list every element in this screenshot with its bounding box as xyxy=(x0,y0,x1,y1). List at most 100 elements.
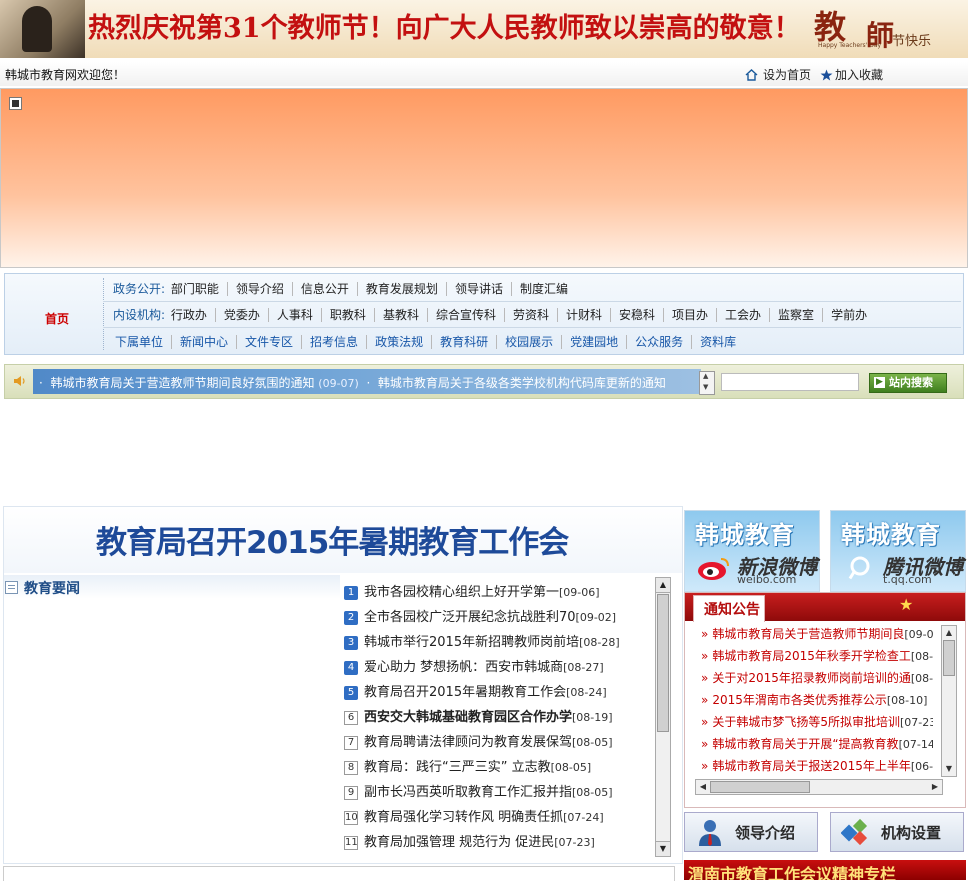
nav-item[interactable]: 行政办 xyxy=(169,308,215,322)
nav-item[interactable]: 基教科 xyxy=(373,308,427,322)
scrollbar-thumb[interactable] xyxy=(657,594,669,732)
lower-panel-edge xyxy=(3,866,675,881)
news-item[interactable]: 10 教育局强化学习转作风 明确责任抓[07-24] xyxy=(344,806,604,830)
notice-item[interactable]: »关于对2015年招录教师岗前培训的通[08-25] xyxy=(701,669,933,689)
rank-badge: 11 xyxy=(344,836,358,850)
news-date: [09-06] xyxy=(559,586,600,599)
nav-item[interactable]: 制度汇编 xyxy=(510,282,576,296)
sina-weibo-icon xyxy=(698,558,729,580)
notice-item[interactable]: »韩城市教育局关于营造教师节期间良[09-07] xyxy=(701,625,933,645)
scroll-left-icon[interactable]: ◀ xyxy=(696,780,710,794)
teachers-day-logo: 教 師 节快乐 Happy Teachers' Day xyxy=(810,0,968,58)
tencent-weibo-banner[interactable]: 韩城教育 腾讯微博 t.qq.com xyxy=(830,510,966,592)
nav-item[interactable]: 信息公开 xyxy=(291,282,357,296)
news-item[interactable]: 9 副市长冯西英听取教育工作汇报并指[08-05] xyxy=(344,781,613,805)
scroll-down-icon[interactable]: ▼ xyxy=(942,762,956,776)
top-banner: 热烈庆祝第31个教师节！向广大人民教师致以崇高的敬意！ 教 師 节快乐 Happ… xyxy=(0,0,968,58)
notice-vertical-scrollbar[interactable]: ▲ ▼ xyxy=(941,625,957,777)
nav-channel[interactable]: 公众服务 xyxy=(626,335,692,349)
notice-horizontal-scrollbar[interactable]: ◀ ▶ xyxy=(695,779,943,795)
scroll-up-icon[interactable]: ▲ xyxy=(656,578,670,593)
nav-item[interactable]: 人事科 xyxy=(267,308,321,322)
chevron-right-icon: » xyxy=(701,715,709,729)
nav-channel[interactable]: 新闻中心 xyxy=(171,335,237,349)
nav-item[interactable]: 职教科 xyxy=(320,308,374,322)
notice-title: 通知公告 xyxy=(704,602,760,618)
notice-item[interactable]: » 2015年渭南市各类优秀推荐公示[08-10] xyxy=(701,691,933,711)
leaders-intro-button[interactable]: 领导介绍 xyxy=(684,812,818,852)
rank-badge: 6 xyxy=(344,711,358,725)
nav-item[interactable]: 计财科 xyxy=(556,308,610,322)
special-topic-banner[interactable]: 渭南市教育工作会议精神专栏 xyxy=(684,860,966,880)
news-item[interactable]: 1 我市各园校精心组织上好开学第一[09-06] xyxy=(344,581,600,605)
nav-channel[interactable]: 政策法规 xyxy=(366,335,432,349)
scrollbar-thumb[interactable] xyxy=(710,781,810,793)
weibo-title: 韩城教育 xyxy=(841,521,941,549)
notice-item-title: 2015年渭南市各类优秀推荐公示 xyxy=(712,693,887,707)
site-search-button[interactable]: ▶ 站内搜索 xyxy=(869,373,947,393)
nav-channel[interactable]: 教育科研 xyxy=(431,335,497,349)
scrollbar-thumb[interactable] xyxy=(943,640,955,676)
teacher-portrait-image xyxy=(0,0,85,58)
ticker-scroll-spinner[interactable] xyxy=(699,371,715,395)
nav-item[interactable]: 部门职能 xyxy=(169,282,227,296)
news-item[interactable]: 6 西安交大韩城基础教育园区合作办学[08-19] xyxy=(344,706,613,730)
scroll-right-icon[interactable]: ▶ xyxy=(928,780,942,794)
headline-banner[interactable]: 教育局召开2015年暑期教育工作会 xyxy=(4,507,682,573)
rank-badge: 2 xyxy=(344,611,358,625)
news-item[interactable]: 8 教育局：践行“三严三实” 立志教[08-05] xyxy=(344,756,591,780)
nav-channel[interactable]: 资料库 xyxy=(691,335,745,349)
sina-weibo-banner[interactable]: 韩城教育 新浪微博 weibo.com xyxy=(684,510,820,592)
news-item[interactable]: 11 教育局加强管理 规范行为 促进民[07-23] xyxy=(344,831,595,855)
news-list-scrollbar[interactable]: ▲ ▼ xyxy=(655,577,671,857)
news-date: [08-27] xyxy=(563,661,604,674)
news-item[interactable]: 2 全市各园校广泛开展纪念抗战胜利70[09-02] xyxy=(344,606,616,630)
section-title: 教育要闻 xyxy=(24,581,80,597)
speaker-icon xyxy=(14,376,25,386)
site-search-input[interactable] xyxy=(721,373,859,391)
org-structure-button[interactable]: 机构设置 xyxy=(830,812,964,852)
scroll-up-icon[interactable]: ▲ xyxy=(942,626,956,640)
news-item[interactable]: 7 教育局聘请法律顾问为教育发展保驾[08-05] xyxy=(344,731,613,755)
nav-row-label: 政务公开: xyxy=(113,282,166,296)
nav-item[interactable]: 党委办 xyxy=(214,308,268,322)
bookmark-label: 加入收藏 xyxy=(835,68,884,82)
nav-item[interactable]: 领导介绍 xyxy=(226,282,292,296)
notice-item[interactable]: »韩城市教育局关于开展“提高教育教[07-14] xyxy=(701,735,933,755)
nav-channel[interactable]: 下属单位 xyxy=(113,335,171,349)
nav-home-link[interactable]: 首页 xyxy=(45,310,69,327)
nav-item[interactable]: 领导讲话 xyxy=(445,282,511,296)
notice-item[interactable]: »韩城市教育局关于报送2015年上半年[06-29] xyxy=(701,757,933,777)
nav-item[interactable]: 学前办 xyxy=(822,308,876,322)
scroll-down-icon[interactable]: ▼ xyxy=(656,841,670,856)
nav-item[interactable]: 工会办 xyxy=(716,308,770,322)
nav-channel[interactable]: 校园展示 xyxy=(496,335,562,349)
notice-item[interactable]: »韩城市教育局2015年秋季开学检查工[08-28] xyxy=(701,647,933,667)
ticker-item[interactable]: 韩城市教育局关于营造教师节期间良好氛围的通知 xyxy=(50,376,314,390)
nav-item[interactable]: 安稳科 xyxy=(610,308,664,322)
nav-channel[interactable]: 文件专区 xyxy=(236,335,302,349)
bookmark-link[interactable]: 加入收藏 xyxy=(820,66,883,83)
nav-channel[interactable]: 党建园地 xyxy=(561,335,627,349)
news-item[interactable]: 3 韩城市举行2015年新招聘教师岗前培[08-28] xyxy=(344,631,620,655)
news-item[interactable]: 4 爱心助力 梦想扬帆：西安市韩城商[08-27] xyxy=(344,656,604,680)
nav-row-gov-affairs: 政务公开: 部门职能 领导介绍 信息公开 教育发展规划 领导讲话 制度汇编 xyxy=(113,280,961,304)
news-date: [08-05] xyxy=(572,786,613,799)
notice-item[interactable]: »关于韩城市梦飞扬等5所拟审批培训[07-23] xyxy=(701,713,933,733)
nav-item[interactable]: 项目办 xyxy=(663,308,717,322)
nav-item[interactable]: 综合宣传科 xyxy=(426,308,504,322)
weibo-url: weibo.com xyxy=(737,573,797,586)
rank-badge: 7 xyxy=(344,736,358,750)
nav-item[interactable]: 教育发展规划 xyxy=(356,282,446,296)
news-item[interactable]: 5 教育局召开2015年暑期教育工作会[08-24] xyxy=(344,681,607,705)
ticker-item[interactable]: 韩城市教育局关于各级各类学校机构代码库更新的通知 xyxy=(378,376,666,390)
set-homepage-link[interactable]: 设为首页 xyxy=(745,66,811,83)
nav-item[interactable]: 劳资科 xyxy=(503,308,557,322)
chevron-right-icon: » xyxy=(701,627,709,641)
org-structure-label: 机构设置 xyxy=(881,824,942,842)
nav-channel[interactable]: 招考信息 xyxy=(301,335,367,349)
notice-item-title: 韩城市教育局关于开展“提高教育教 xyxy=(712,737,899,751)
notice-tab[interactable]: 通知公告 xyxy=(693,595,765,622)
nav-item[interactable]: 监察室 xyxy=(769,308,823,322)
nav-home-cell: 首页 xyxy=(11,278,104,350)
